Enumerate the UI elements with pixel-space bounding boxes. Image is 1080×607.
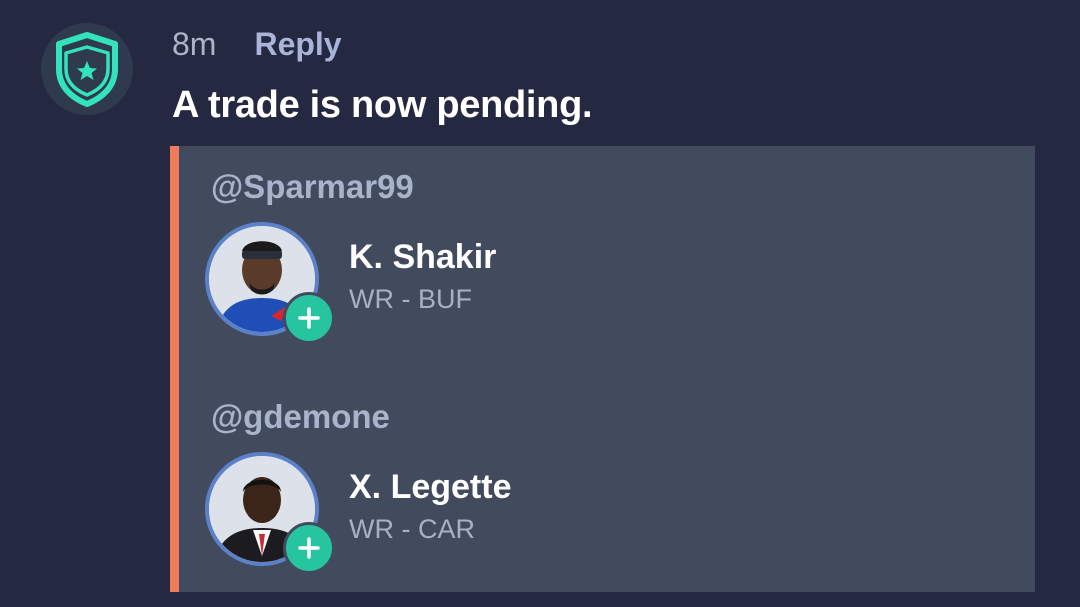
commissioner-avatar[interactable]: [41, 23, 133, 115]
add-player-button[interactable]: [283, 522, 335, 574]
user-handle[interactable]: @gdemone: [211, 398, 390, 435]
trade-side-2-handle[interactable]: @gdemone: [211, 398, 390, 436]
bottom-divider: [0, 592, 1080, 607]
trade-card: @Sparmar99 K. Shakir WR - BUF @gdemone X…: [170, 146, 1035, 592]
shield-star-icon: [56, 32, 118, 107]
add-player-button[interactable]: [283, 292, 335, 344]
trade-side-1-handle[interactable]: @Sparmar99: [211, 168, 414, 206]
player-position: WR - BUF: [349, 284, 472, 314]
plus-icon: [298, 307, 320, 329]
player-position: WR - CAR: [349, 514, 475, 544]
user-handle[interactable]: @Sparmar99: [211, 168, 414, 205]
comment-meta: 8m Reply: [172, 24, 342, 64]
player-name: K. Shakir: [349, 238, 497, 276]
plus-icon: [298, 537, 320, 559]
player-card-shakir[interactable]: K. Shakir WR - BUF: [205, 222, 805, 344]
reply-button[interactable]: Reply: [254, 26, 341, 63]
comment-text: A trade is now pending.: [172, 84, 593, 126]
player-name: X. Legette: [349, 468, 512, 506]
player-card-legette[interactable]: X. Legette WR - CAR: [205, 452, 805, 574]
comment-timestamp: 8m: [172, 25, 217, 62]
